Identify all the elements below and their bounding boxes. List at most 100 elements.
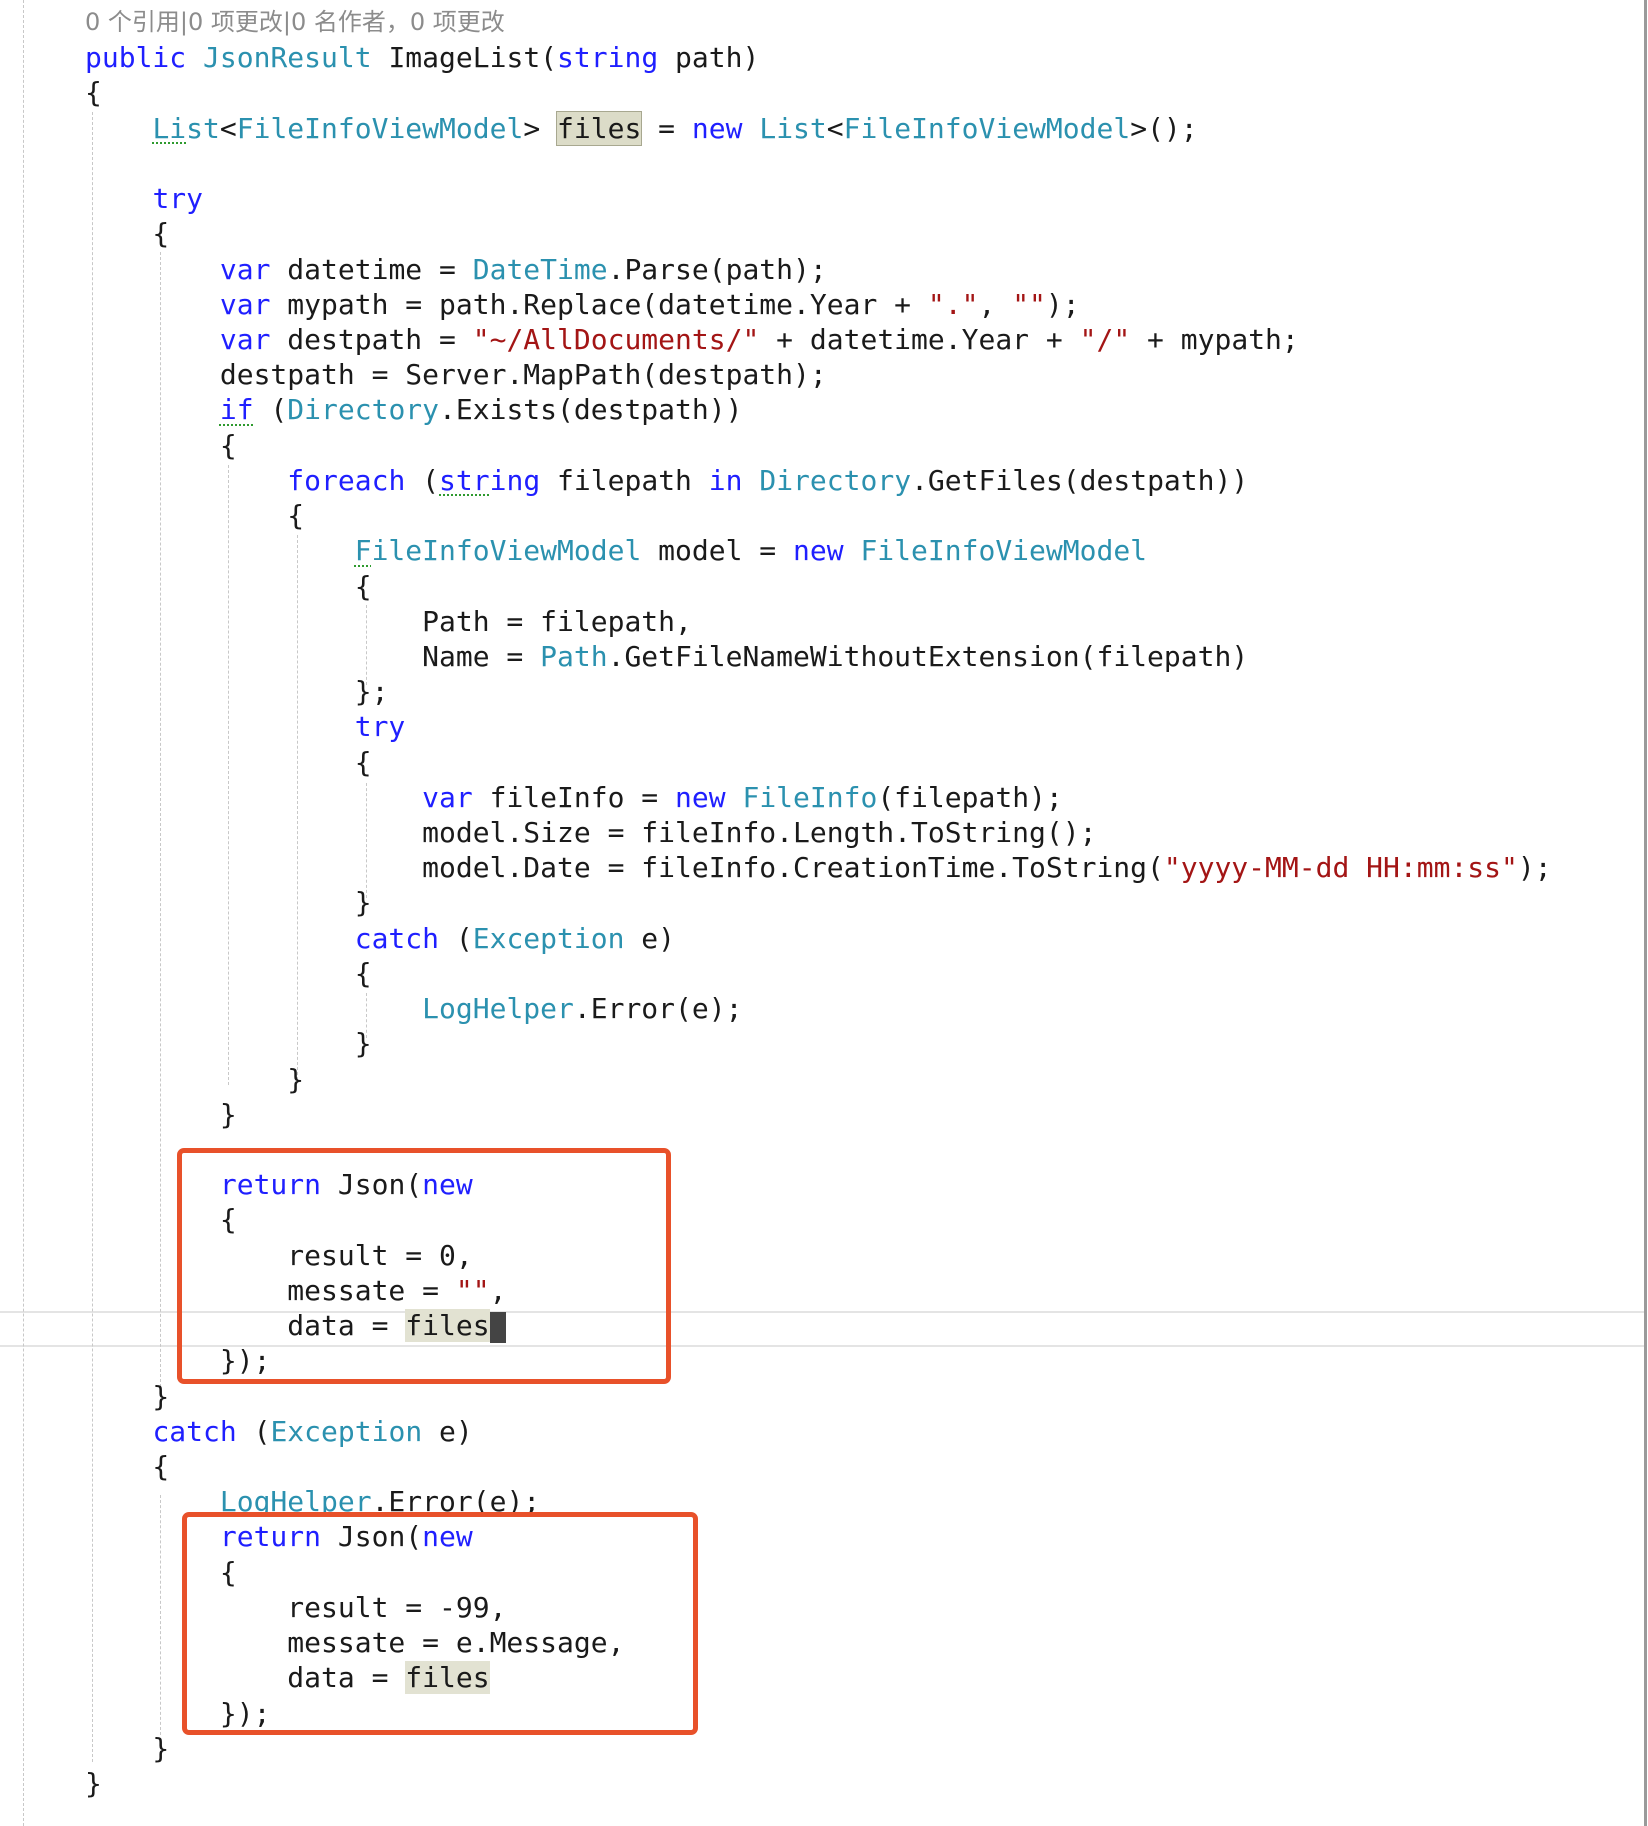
- code-token: + mypath;: [1130, 322, 1299, 356]
- code-token: (: [236, 1414, 271, 1448]
- code-lens[interactable]: 0 个引用|0 项更改|0 名作者，0 项更改: [85, 5, 1552, 40]
- code-token: }: [85, 1766, 102, 1800]
- code-line[interactable]: Name = Path.GetFileNameWithoutExtension(…: [85, 639, 1552, 674]
- type-token: FileInfoViewModel: [860, 534, 1148, 568]
- keyword-token: public: [85, 41, 204, 75]
- code-token: .Exists(destpath)): [439, 393, 743, 427]
- keyword-token: var: [219, 322, 288, 356]
- code-line[interactable]: {: [85, 216, 1552, 251]
- keyword-token: in: [708, 463, 760, 497]
- code-line[interactable]: }: [85, 1731, 1552, 1766]
- editor-right-border: [1644, 0, 1647, 1826]
- code-line[interactable]: catch (Exception e): [85, 1414, 1552, 1449]
- code-line[interactable]: }: [85, 1097, 1552, 1132]
- code-line[interactable]: }: [85, 1766, 1552, 1801]
- code-token: {: [85, 569, 372, 603]
- keyword-token: ing: [489, 463, 541, 497]
- code-line[interactable]: };: [85, 674, 1552, 709]
- code-line[interactable]: {: [85, 569, 1552, 604]
- code-line[interactable]: var mypath = path.Replace(datetime.Year …: [85, 287, 1552, 322]
- code-token: .GetFiles(destpath)): [911, 463, 1249, 497]
- code-line[interactable]: {: [85, 1449, 1552, 1484]
- type-token: Exception: [270, 1414, 423, 1448]
- code-token: + datetime.Year +: [759, 322, 1080, 356]
- keyword-token: var: [422, 780, 490, 814]
- keyword-token: try: [354, 710, 406, 744]
- type-token: Li: [152, 111, 187, 145]
- code-token: model.Size = fileInfo.Length.ToString();: [85, 816, 1097, 850]
- code-token: (: [253, 393, 288, 427]
- code-token: }: [85, 886, 372, 920]
- code-line[interactable]: [85, 146, 1552, 181]
- code-token: >: [523, 111, 558, 145]
- code-line[interactable]: }: [85, 1026, 1552, 1061]
- type-token: Directory: [759, 463, 912, 497]
- code-line[interactable]: Path = filepath,: [85, 604, 1552, 639]
- code-line[interactable]: catch (Exception e): [85, 921, 1552, 956]
- code-line[interactable]: }: [85, 885, 1552, 920]
- code-line[interactable]: {: [85, 428, 1552, 463]
- keyword-token: try: [152, 182, 204, 216]
- code-token: };: [85, 675, 389, 709]
- code-line[interactable]: foreach (string filepath in Directory.Ge…: [85, 463, 1552, 498]
- string-token: "yyyy-MM-dd HH:mm:ss": [1163, 851, 1518, 885]
- keyword-token: var: [219, 287, 288, 321]
- code-editor[interactable]: 0 个引用|0 项更改|0 名作者，0 项更改 public JsonResul…: [0, 0, 1648, 1826]
- code-token: =: [641, 111, 692, 145]
- keyword-token: new: [675, 780, 743, 814]
- code-token: model.Date = fileInfo.CreationTime.ToStr…: [85, 851, 1164, 885]
- annotation-box-try-return: [177, 1148, 671, 1384]
- code-token: path): [658, 41, 760, 75]
- type-token: st: [186, 111, 220, 145]
- code-line[interactable]: {: [85, 498, 1552, 533]
- string-token: "/": [1079, 322, 1131, 356]
- keyword-token: catch: [152, 1414, 237, 1448]
- type-token: List: [759, 111, 827, 145]
- keyword-token: foreach: [287, 463, 406, 497]
- code-line[interactable]: var destpath = "~/AllDocuments/" + datet…: [85, 322, 1552, 357]
- code-line[interactable]: var fileInfo = new FileInfo(filepath);: [85, 780, 1552, 815]
- code-line[interactable]: {: [85, 75, 1552, 110]
- code-token: {: [85, 217, 170, 251]
- keyword-token: var: [219, 252, 288, 286]
- code-line[interactable]: if (Directory.Exists(destpath)): [85, 392, 1552, 427]
- code-line[interactable]: List<FileInfoViewModel> files = new List…: [85, 110, 1552, 146]
- code-line[interactable]: public JsonResult ImageList(string path): [85, 40, 1552, 75]
- code-line[interactable]: {: [85, 956, 1552, 991]
- code-line[interactable]: LogHelper.Error(e);: [85, 991, 1552, 1026]
- code-token: Path = filepath,: [85, 604, 692, 638]
- code-token: }: [85, 1062, 305, 1096]
- string-token: "~/AllDocuments/": [472, 322, 760, 356]
- code-line[interactable]: }: [85, 1062, 1552, 1097]
- code-token: );: [1517, 851, 1552, 885]
- keyword-token: if: [219, 393, 254, 427]
- string-token: ".": [927, 287, 979, 321]
- code-line[interactable]: FileInfoViewModel model = new FileInfoVi…: [85, 533, 1552, 568]
- code-line[interactable]: try: [85, 709, 1552, 744]
- code-token: {: [85, 499, 305, 533]
- keyword-token: new: [691, 111, 760, 145]
- code-token: }: [85, 1731, 170, 1765]
- code-line[interactable]: {: [85, 745, 1552, 780]
- code-line[interactable]: var datetime = DateTime.Parse(path);: [85, 252, 1552, 287]
- code-line[interactable]: model.Date = fileInfo.CreationTime.ToStr…: [85, 850, 1552, 885]
- code-line[interactable]: model.Size = fileInfo.Length.ToString();: [85, 815, 1552, 850]
- type-token: FileInfoViewModel: [236, 111, 524, 145]
- code-line[interactable]: destpath = Server.MapPath(destpath);: [85, 357, 1552, 392]
- type-token: Directory: [287, 393, 440, 427]
- code-token: (: [405, 463, 440, 497]
- code-token: Name =: [85, 639, 541, 673]
- type-token: F: [354, 534, 372, 568]
- code-token: }: [85, 1097, 237, 1131]
- code-line[interactable]: try: [85, 181, 1552, 216]
- string-token: "": [1012, 287, 1046, 321]
- keyword-token: str: [439, 463, 490, 497]
- code-token: .GetFileNameWithoutExtension(filepath): [607, 639, 1249, 673]
- code-token: {: [85, 745, 372, 779]
